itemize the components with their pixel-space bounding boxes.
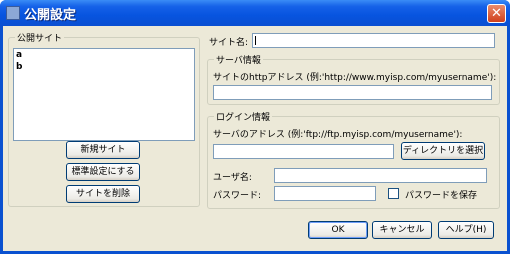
help-button[interactable]: ヘルプ(H) xyxy=(438,221,494,239)
server-address-label: サーバのアドレス (例:'ftp://ftp.myisp.com/myusern… xyxy=(213,130,463,140)
http-address-label: サイトのhttpアドレス (例:'http://www.myisp.com/my… xyxy=(213,73,497,83)
http-address-input[interactable] xyxy=(213,85,492,100)
cancel-button[interactable]: キャンセル xyxy=(372,221,432,239)
server-info-label: サーバ情報 xyxy=(214,53,263,66)
save-password-checkbox[interactable] xyxy=(388,188,399,199)
delete-site-button[interactable]: サイトを削除 xyxy=(66,185,140,203)
username-label: ユーザ名: xyxy=(213,173,252,183)
title-bar[interactable]: 公開設定 ✕ xyxy=(0,0,510,26)
sites-list[interactable]: a b xyxy=(13,48,195,141)
publish-settings-window: 公開設定 ✕ 公開サイト a b 新規サイト 標準設定にする サイトを削除 サイ… xyxy=(0,0,510,254)
set-default-button[interactable]: 標準設定にする xyxy=(66,163,140,181)
site-name-input[interactable] xyxy=(252,33,495,48)
password-label: パスワード: xyxy=(213,191,262,201)
dialog-body: 公開サイト a b 新規サイト 標準設定にする サイトを削除 サイト名: サーバ… xyxy=(3,26,507,251)
ok-button[interactable]: OK xyxy=(308,221,368,239)
server-address-input[interactable] xyxy=(213,144,394,159)
window-title: 公開設定 xyxy=(24,8,77,23)
new-site-button[interactable]: 新規サイト xyxy=(66,141,140,159)
password-input[interactable] xyxy=(274,186,376,201)
site-list-item-b[interactable]: b xyxy=(14,61,194,73)
select-directory-button[interactable]: ディレクトリを選択 xyxy=(401,142,485,160)
login-info-label: ログイン情報 xyxy=(214,110,273,123)
text-cursor xyxy=(255,36,256,45)
app-icon xyxy=(6,6,20,20)
site-list-item-a[interactable]: a xyxy=(14,49,194,61)
site-name-label: サイト名: xyxy=(209,38,249,48)
save-password-label: パスワードを保存 xyxy=(405,191,478,201)
username-input[interactable] xyxy=(274,168,487,183)
close-button[interactable]: ✕ xyxy=(487,4,506,23)
server-info-group: サーバ情報 サイトのhttpアドレス (例:'http://www.myisp.… xyxy=(207,53,500,105)
sites-group: 公開サイト a b 新規サイト 標準設定にする サイトを削除 xyxy=(8,31,200,207)
login-info-group: ログイン情報 サーバのアドレス (例:'ftp://ftp.myisp.com/… xyxy=(207,110,500,209)
sites-group-label: 公開サイト xyxy=(15,31,65,44)
